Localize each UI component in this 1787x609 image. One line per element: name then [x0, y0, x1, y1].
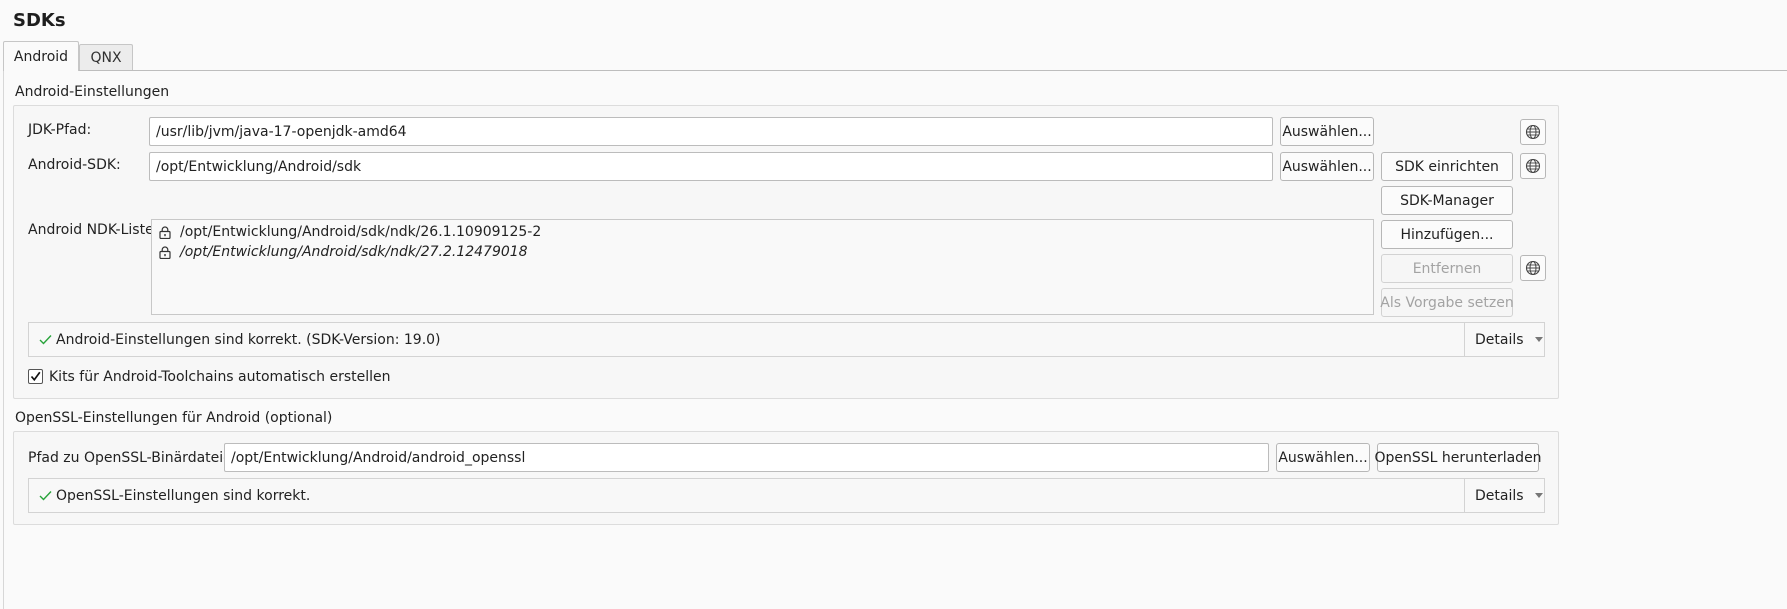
android-section-title: Android-Einstellungen [15, 84, 170, 100]
list-item[interactable]: /opt/Entwicklung/Android/sdk/ndk/27.2.12… [159, 242, 528, 262]
tab-label: QNX [90, 50, 122, 66]
android-sdk-label: Android-SDK: [28, 157, 121, 173]
sdk-download-button[interactable] [1520, 153, 1546, 179]
auto-kits-checkbox[interactable] [28, 369, 43, 384]
ndk-download-button[interactable] [1520, 255, 1546, 281]
sdk-setup-button[interactable]: SDK einrichten [1381, 152, 1513, 181]
check-icon [30, 371, 41, 382]
jdk-download-button[interactable] [1520, 119, 1546, 145]
auto-kits-label[interactable]: Kits für Android-Toolchains automatisch … [49, 369, 391, 385]
android-sdk-input[interactable]: /opt/Entwicklung/Android/sdk [149, 152, 1273, 181]
tab-bar-divider [3, 70, 1787, 71]
ndk-path: /opt/Entwicklung/Android/sdk/ndk/26.1.10… [180, 224, 542, 240]
android-status-bar: Android-Einstellungen sind korrekt. (SDK… [28, 322, 1545, 357]
tab-qnx[interactable]: QNX [79, 44, 133, 71]
ndk-list[interactable]: /opt/Entwicklung/Android/sdk/ndk/26.1.10… [151, 219, 1374, 315]
globe-icon [1525, 260, 1541, 276]
lock-icon [159, 245, 171, 259]
ndk-add-button[interactable]: Hinzufügen... [1381, 220, 1513, 249]
lock-icon [159, 225, 171, 239]
details-label: Details [1475, 487, 1524, 504]
openssl-status-bar: OpenSSL-Einstellungen sind korrekt. Deta… [28, 478, 1545, 513]
tab-label: Android [13, 48, 69, 65]
list-item[interactable]: /opt/Entwicklung/Android/sdk/ndk/26.1.10… [159, 222, 541, 242]
android-details-toggle[interactable]: Details [1464, 323, 1544, 356]
openssl-status-text: OpenSSL-Einstellungen sind korrekt. [56, 487, 311, 504]
pane-border [3, 70, 4, 609]
globe-icon [1525, 158, 1541, 174]
openssl-path-input[interactable]: /opt/Entwicklung/Android/android_openssl [224, 443, 1269, 472]
check-icon [39, 335, 52, 345]
openssl-browse-button[interactable]: Auswählen... [1276, 443, 1370, 472]
jdk-browse-button[interactable]: Auswählen... [1280, 117, 1374, 146]
openssl-section-title: OpenSSL-Einstellungen für Android (optio… [15, 410, 333, 426]
ndk-remove-button[interactable]: Entfernen [1381, 254, 1513, 283]
openssl-download-button[interactable]: OpenSSL herunterladen [1374, 443, 1542, 472]
globe-icon [1525, 124, 1541, 140]
check-icon [39, 491, 52, 501]
ndk-path: /opt/Entwicklung/Android/sdk/ndk/27.2.12… [180, 244, 528, 260]
sdk-browse-button[interactable]: Auswählen... [1280, 152, 1374, 181]
jdk-path-input[interactable]: /usr/lib/jvm/java-17-openjdk-amd64 [149, 117, 1273, 146]
details-label: Details [1475, 331, 1524, 348]
page-title: SDKs [13, 10, 66, 31]
tab-android[interactable]: Android [3, 41, 79, 71]
ndk-list-label: Android NDK-Liste: [28, 222, 159, 238]
openssl-details-toggle[interactable]: Details [1464, 479, 1544, 512]
jdk-path-label: JDK-Pfad: [28, 122, 92, 138]
chevron-down-icon [1534, 337, 1543, 342]
openssl-path-label: Pfad zu OpenSSL-Binärdateien: [28, 450, 246, 466]
sdk-manager-button[interactable]: SDK-Manager [1381, 186, 1513, 215]
ndk-set-default-button[interactable]: Als Vorgabe setzen [1380, 288, 1514, 317]
chevron-down-icon [1534, 493, 1543, 498]
android-status-text: Android-Einstellungen sind korrekt. (SDK… [56, 331, 441, 348]
